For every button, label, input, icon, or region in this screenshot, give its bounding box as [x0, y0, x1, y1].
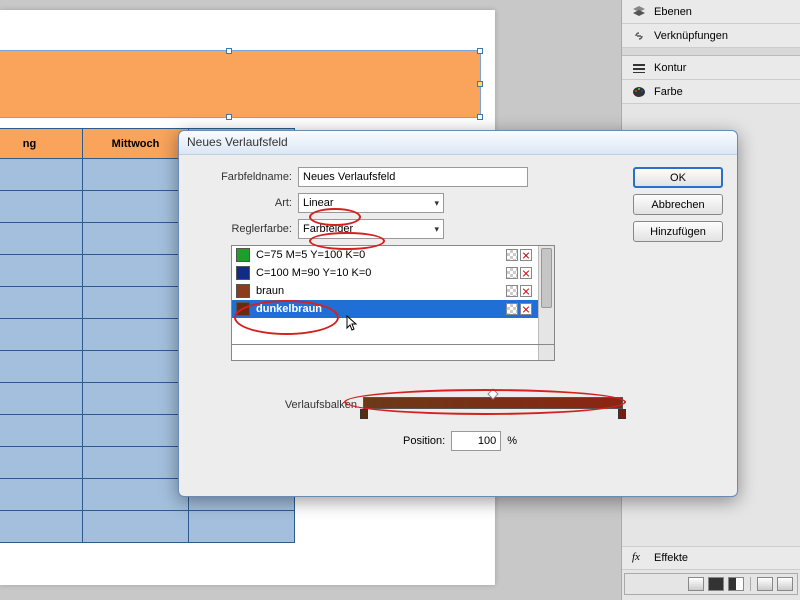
- swatch-color-icon: [236, 302, 250, 316]
- effects-icon: fx: [632, 551, 646, 565]
- panel-links[interactable]: Verknüpfungen: [622, 24, 800, 48]
- swatch-name: C=75 M=5 Y=100 K=0: [256, 249, 500, 261]
- ok-label: OK: [670, 172, 686, 184]
- resize-handle[interactable]: [477, 114, 483, 120]
- swatch-name: braun: [256, 285, 500, 297]
- table-header: ng: [0, 129, 83, 159]
- swatch-mode-icon: [520, 303, 532, 315]
- swatch-mode-icon: [520, 249, 532, 261]
- swatch-color-icon: [236, 248, 250, 262]
- swatch-name-label: Farbfeldname:: [197, 171, 292, 183]
- swatch-color-icon: [236, 284, 250, 298]
- layers-icon: [632, 5, 646, 19]
- ok-button[interactable]: OK: [633, 167, 723, 188]
- position-label: Position:: [403, 435, 445, 447]
- gradient-midpoint[interactable]: [487, 388, 498, 399]
- panel-label: Farbe: [654, 86, 683, 98]
- panel-label: Effekte: [654, 552, 688, 564]
- new-gradient-swatch-dialog: Neues Verlaufsfeld Farbfeldname: Art: Li…: [178, 130, 738, 497]
- swatch-type-icon: [506, 303, 518, 315]
- panel-layers[interactable]: Ebenen: [622, 0, 800, 24]
- panel-color[interactable]: Farbe: [622, 80, 800, 104]
- swatch-row[interactable]: C=100 M=90 Y=10 K=0: [232, 264, 554, 282]
- stop-color-label: Reglerfarbe:: [197, 223, 292, 235]
- show-gradient-swatches-icon[interactable]: [728, 577, 744, 591]
- new-swatch-icon[interactable]: [757, 577, 773, 591]
- resize-handle[interactable]: [477, 48, 483, 54]
- swatch-name-input[interactable]: [298, 167, 528, 187]
- panel-label: Verknüpfungen: [654, 30, 728, 42]
- scrollbar-thumb[interactable]: [541, 248, 552, 308]
- position-unit: %: [507, 435, 517, 447]
- separator: [750, 577, 751, 591]
- table-header: Mittwoch: [83, 129, 189, 159]
- swatch-preview-row: [231, 345, 555, 361]
- selected-frame[interactable]: [0, 50, 481, 118]
- swatch-list[interactable]: C=75 M=5 Y=100 K=0 C=100 M=90 Y=10 K=0 b…: [231, 245, 555, 345]
- show-all-swatches-icon[interactable]: [688, 577, 704, 591]
- palette-icon: [632, 85, 646, 99]
- resize-handle[interactable]: [226, 48, 232, 54]
- cancel-button[interactable]: Abbrechen: [633, 194, 723, 215]
- link-icon: [632, 29, 646, 43]
- resize-handle[interactable]: [477, 81, 483, 87]
- swatch-type-icon: [506, 267, 518, 279]
- swatch-mode-icon: [520, 285, 532, 297]
- resize-handle[interactable]: [226, 114, 232, 120]
- gradient-stop-left[interactable]: [360, 409, 368, 419]
- panel-label: Ebenen: [654, 6, 692, 18]
- gradient-ramp[interactable]: [363, 397, 623, 409]
- scrollbar[interactable]: [538, 246, 554, 344]
- swatch-name: C=100 M=90 Y=10 K=0: [256, 267, 500, 279]
- swatches-footer: [624, 573, 798, 595]
- add-button[interactable]: Hinzufügen: [633, 221, 723, 242]
- position-input[interactable]: [451, 431, 501, 451]
- show-color-swatches-icon[interactable]: [708, 577, 724, 591]
- gradient-ramp-label: Verlaufsbalken: [197, 399, 357, 411]
- type-label: Art:: [197, 197, 292, 209]
- swatch-row[interactable]: dunkelbraun: [232, 300, 554, 318]
- swatch-row[interactable]: braun: [232, 282, 554, 300]
- stop-color-value: Farbfelder: [303, 223, 353, 235]
- swatch-type-icon: [506, 285, 518, 297]
- swatch-row[interactable]: C=75 M=5 Y=100 K=0: [232, 246, 554, 264]
- swatch-name: dunkelbraun: [256, 303, 500, 315]
- type-select[interactable]: Linear: [298, 193, 444, 213]
- type-value: Linear: [303, 197, 334, 209]
- stroke-icon: [632, 61, 646, 75]
- swatch-type-icon: [506, 249, 518, 261]
- swatch-color-icon: [236, 266, 250, 280]
- panel-separator: [622, 48, 800, 56]
- delete-swatch-icon[interactable]: [777, 577, 793, 591]
- panel-effects[interactable]: fx Effekte: [622, 546, 800, 570]
- stop-color-select[interactable]: Farbfelder: [298, 219, 444, 239]
- add-label: Hinzufügen: [650, 226, 706, 238]
- panel-stroke[interactable]: Kontur: [622, 56, 800, 80]
- panel-label: Kontur: [654, 62, 686, 74]
- gradient-stop-right[interactable]: [618, 409, 626, 419]
- swatch-mode-icon: [520, 267, 532, 279]
- cancel-label: Abbrechen: [651, 199, 704, 211]
- dialog-title: Neues Verlaufsfeld: [179, 131, 737, 155]
